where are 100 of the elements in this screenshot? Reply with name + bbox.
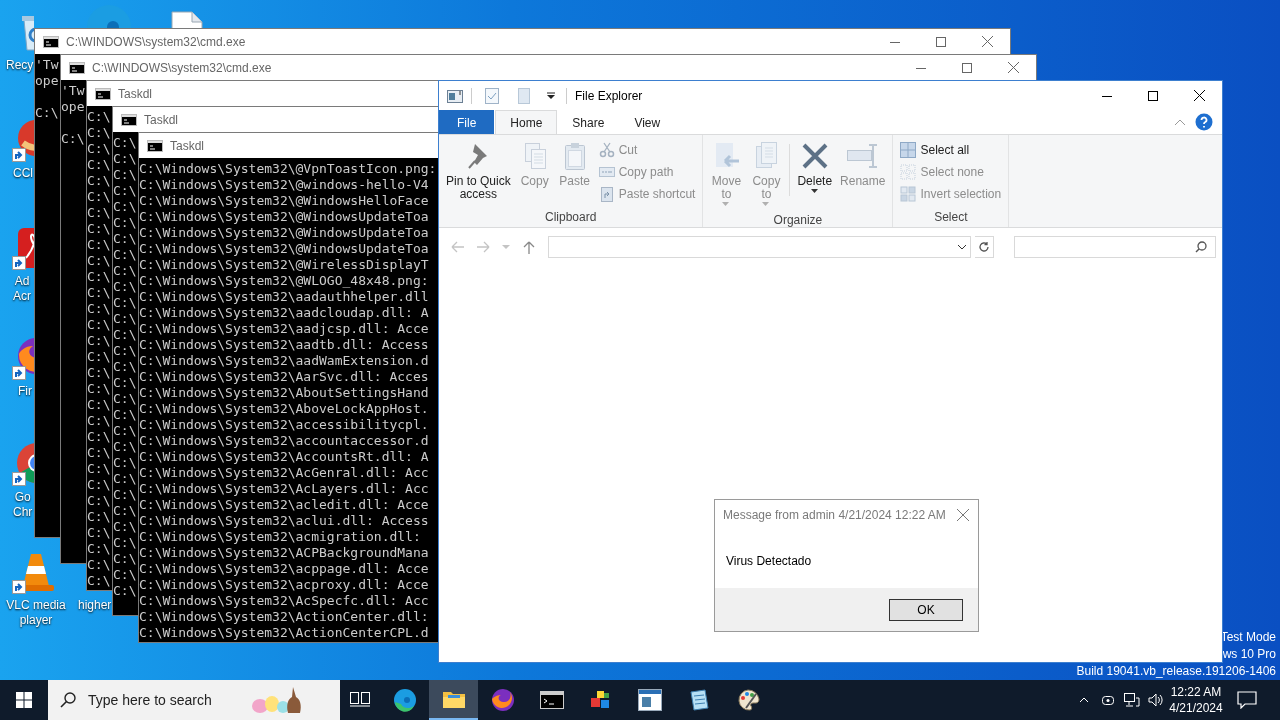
console-prompt: C:\ bbox=[35, 105, 59, 121]
window-title: Taskdl bbox=[170, 138, 204, 153]
console-line: C:\Windows\System32\AccountsRt.dll: A bbox=[139, 449, 429, 465]
console-line: C:\ bbox=[87, 509, 111, 525]
console-line: ope bbox=[61, 99, 85, 115]
ribbon-tab[interactable]: Home bbox=[495, 110, 558, 134]
console-line: C:\ bbox=[87, 109, 111, 125]
ribbon-tab[interactable]: Share bbox=[557, 110, 620, 134]
ribbon-button[interactable]: Pin to Quick access bbox=[443, 138, 514, 209]
ribbon-group-label: Organize bbox=[772, 212, 824, 228]
console-line: C:\ bbox=[113, 439, 137, 455]
scissors-icon bbox=[598, 142, 615, 158]
window-title: Taskdl bbox=[118, 86, 152, 101]
console-line: C:\ bbox=[113, 327, 137, 343]
dialog-message: Virus Detectado bbox=[726, 554, 813, 568]
console-line: C:\Windows\System32\AboutSettingsHand bbox=[139, 385, 429, 401]
ribbon-button[interactable]: Select all bbox=[897, 140, 1005, 160]
console-line: C:\Windows\System32\accessibilitycpl. bbox=[139, 417, 429, 433]
ribbon-button[interactable]: Delete bbox=[794, 138, 836, 212]
search-icon bbox=[1195, 241, 1207, 253]
desktop-icon-label[interactable]: higher bbox=[78, 598, 112, 613]
ok-button[interactable]: OK bbox=[889, 598, 963, 621]
path-icon bbox=[598, 164, 615, 180]
console-line: C:\ bbox=[113, 567, 137, 583]
up-arrow-icon bbox=[522, 240, 535, 254]
close-icon bbox=[1193, 90, 1205, 101]
caret-icon bbox=[547, 91, 555, 100]
console-line: C:\ bbox=[87, 525, 111, 541]
address-field[interactable] bbox=[548, 236, 971, 258]
console-line: C:\Windows\System32\aadWamExtension.d bbox=[139, 353, 429, 369]
console-line: C:\Windows\System32\AcLayers.dll: Acc bbox=[139, 481, 429, 497]
clock-button[interactable]: 12:22 AM 4/21/2024 bbox=[1168, 680, 1224, 720]
console-line: C:\ bbox=[87, 317, 111, 333]
taskbar-app-button[interactable] bbox=[429, 680, 478, 720]
blank-page-icon bbox=[518, 87, 530, 104]
desktop-icon-label[interactable]: Ad Acr bbox=[13, 274, 31, 304]
console-line: C:\ bbox=[87, 397, 111, 413]
console-line: C:\Windows\System32\@VpnToastIcon.png: bbox=[139, 161, 437, 177]
desktop-icon-label[interactable]: Go Chr bbox=[13, 490, 33, 520]
system-watermark-text: Build 19041.vb_release.191206-1406 bbox=[1076, 663, 1276, 680]
console-line: C:\ bbox=[87, 349, 111, 365]
console-line: C:\ bbox=[87, 221, 111, 237]
console-line: C:\Windows\System32\ActionCenter.dll: bbox=[139, 609, 429, 625]
console-line: C:\Windows\System32\ACPBackgroundMana bbox=[139, 545, 429, 561]
desktop-icon-label[interactable]: Fir bbox=[18, 384, 32, 399]
folder-icon bbox=[441, 689, 466, 709]
console-line: C:\Windows\System32\acmigration.dll: bbox=[139, 529, 421, 545]
console-line: C:\ bbox=[113, 279, 137, 295]
ribbon-tab[interactable]: File bbox=[439, 110, 495, 134]
console-line: C:\ bbox=[113, 343, 137, 359]
console-line: C:\ bbox=[87, 413, 111, 429]
console-line: C:\ bbox=[87, 493, 111, 509]
back-arrow-icon bbox=[449, 241, 464, 253]
console-line: C:\ bbox=[113, 519, 137, 535]
console-line: C:\ bbox=[113, 247, 137, 263]
forward-arrow-icon bbox=[476, 241, 491, 253]
console-line: C:\ bbox=[87, 189, 111, 205]
console-line: C:\Windows\System32\@WLOGO_48x48.png: bbox=[139, 273, 429, 289]
console-line: C:\ bbox=[113, 215, 137, 231]
browser-icon bbox=[490, 688, 515, 712]
console-line: C:\ bbox=[87, 445, 111, 461]
desktop-icon-label[interactable]: VLC media player bbox=[0, 598, 72, 628]
clipboard-icon bbox=[598, 186, 615, 202]
document-icon[interactable] bbox=[168, 10, 204, 28]
console-line: C:\ bbox=[113, 135, 137, 151]
console-line: C:\ bbox=[113, 487, 137, 503]
grid-icon bbox=[900, 142, 917, 158]
close-icon bbox=[981, 36, 993, 47]
refresh-button[interactable] bbox=[974, 236, 994, 258]
ribbon-tab[interactable]: View bbox=[619, 110, 676, 134]
console-line: C:\ bbox=[87, 269, 111, 285]
console-line: C:\Windows\System32\accountaccessor.d bbox=[139, 433, 429, 449]
console-line: C:\ bbox=[87, 557, 111, 573]
checklist-icon bbox=[485, 87, 499, 104]
console-line: C:\Windows\System32\aadcloudap.dll: A bbox=[139, 305, 429, 321]
desktop-icon-label[interactable]: CCl bbox=[13, 166, 33, 181]
search-field[interactable] bbox=[1014, 236, 1216, 258]
console-line: C:\Windows\System32\@WindowsHelloFace bbox=[139, 193, 429, 209]
console-line: C:\Windows\System32\@WindowsUpdateToa bbox=[139, 241, 429, 257]
caret-icon bbox=[1174, 118, 1186, 126]
console-line: ope bbox=[35, 73, 59, 89]
console-line: C:\ bbox=[113, 583, 137, 599]
console-line: C:\ bbox=[87, 381, 111, 397]
console-line: C:\Windows\System32\aadjcsp.dll: Acce bbox=[139, 321, 429, 337]
search-field[interactable]: Type here to search bbox=[48, 680, 340, 720]
desktop-icon-label[interactable]: Recy bbox=[6, 58, 34, 73]
search-input[interactable]: Type here to search bbox=[86, 691, 240, 709]
console-line: C:\ bbox=[113, 455, 137, 471]
caret-icon bbox=[502, 244, 511, 250]
console-line: C:\Windows\System32\aadauthhelper.dll bbox=[139, 289, 429, 305]
grid-icon bbox=[900, 186, 917, 202]
console-line: C:\ bbox=[113, 231, 137, 247]
console-line: C:\Windows\System32\aadtb.dll: Access bbox=[139, 337, 429, 353]
speaker-icon bbox=[1148, 693, 1164, 707]
console-line: C:\Windows\System32\acppage.dll: Acce bbox=[139, 561, 429, 577]
ribbon-group-label: Clipboard bbox=[544, 209, 598, 226]
console-line: C:\ bbox=[87, 237, 111, 253]
console-line: C:\Windows\System32\AarSvc.dll: Acces bbox=[139, 369, 429, 385]
network-icon bbox=[1124, 693, 1140, 707]
maximize-icon bbox=[936, 36, 946, 47]
